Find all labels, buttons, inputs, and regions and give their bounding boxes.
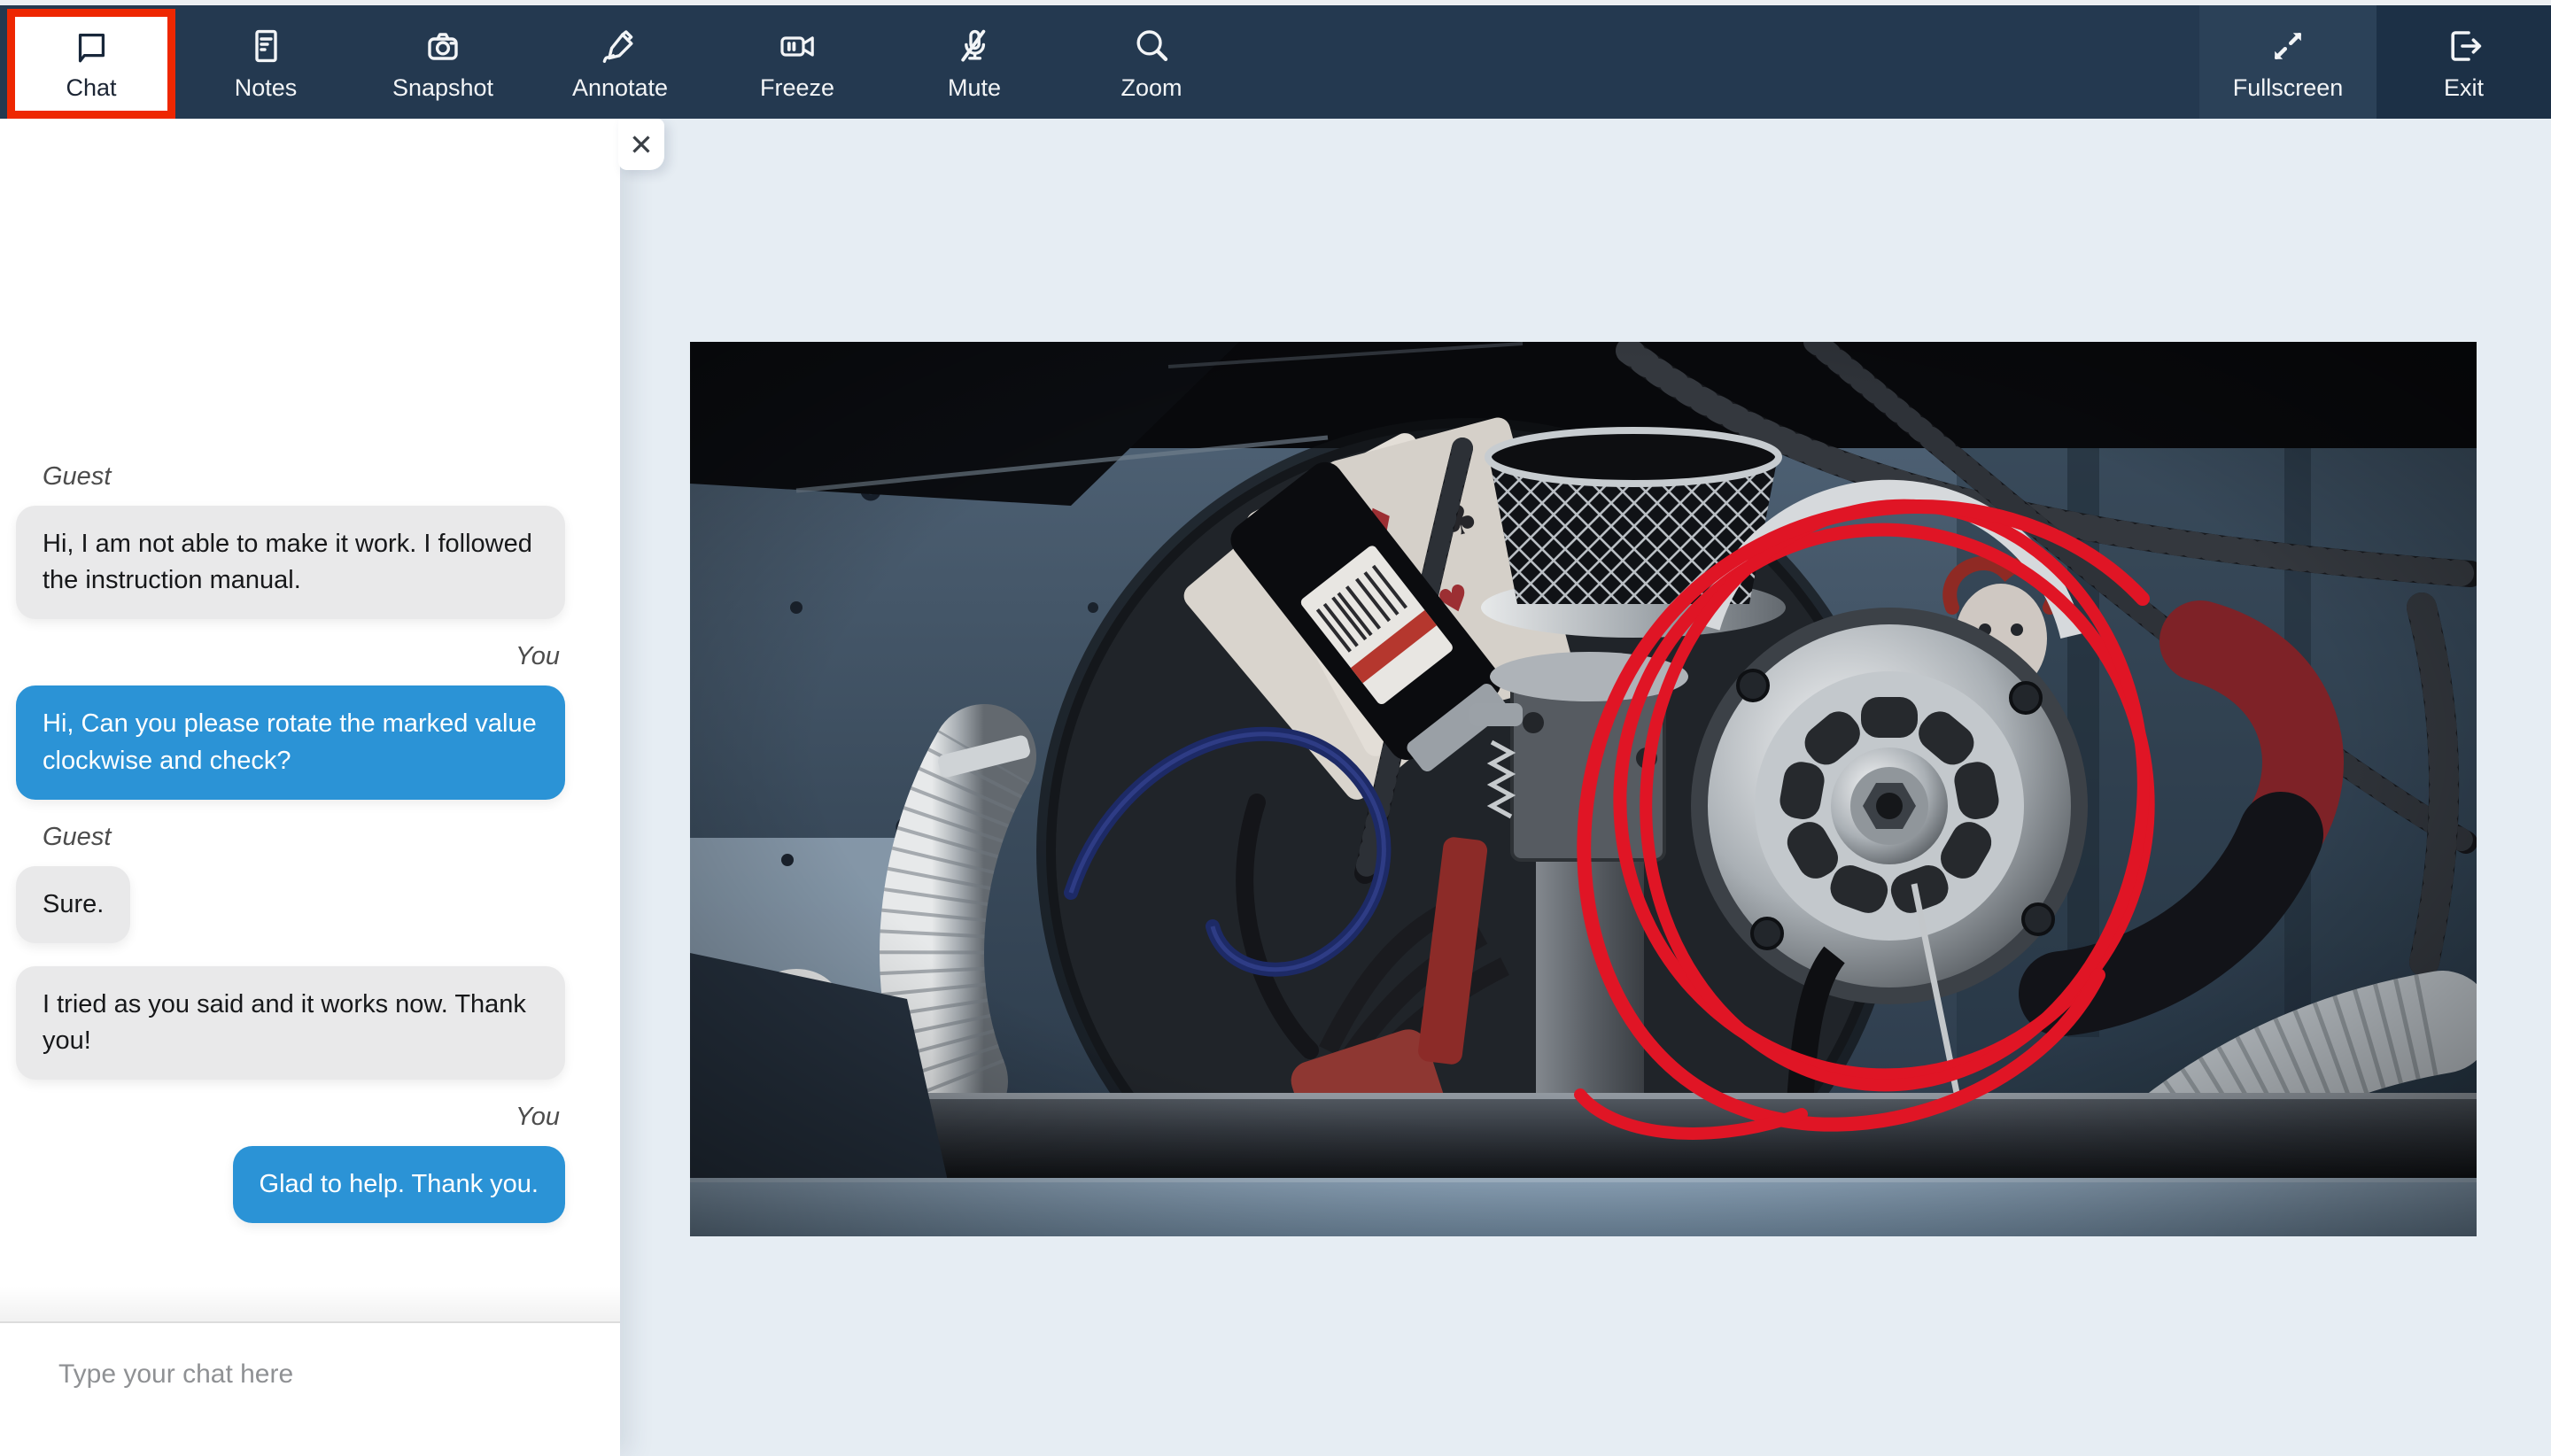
sender-label: You [16,1103,560,1132]
toolbar-button-chat[interactable]: Chat [7,9,175,119]
toolbar: Chat Notes Snapshot Annotat [0,5,2551,119]
toolbar-label-zoom: Zoom [1120,76,1182,100]
chat-bubble-guest: I tried as you said and it works now. Th… [16,966,565,1080]
camera-icon [422,25,464,67]
window-top-strip [0,0,2551,5]
magnifier-icon [1130,25,1173,67]
toolbar-label-mute: Mute [948,76,1001,100]
annotate-pencil-icon [599,25,641,67]
engine-photo[interactable]: ♠ ♦ ♣ ♥ A [690,342,2477,1236]
engine-photo-canvas: ♠ ♦ ♣ ♥ A [690,342,2477,1236]
chat-panel: ✕ Guest Hi, I am not able to make it wor… [0,119,620,1456]
exit-logout-icon [2443,25,2485,67]
chat-bubble-you: Glad to help. Thank you. [233,1146,565,1223]
sender-label: Guest [43,462,585,492]
toolbar-label-chat: Chat [66,76,116,100]
toolbar-label-notes: Notes [235,76,298,100]
close-icon: ✕ [629,128,654,162]
chat-bubble-guest: Hi, I am not able to make it work. I fol… [16,506,565,619]
chat-bubble-guest: Sure. [16,866,130,943]
sender-label: You [16,642,560,671]
toolbar-button-zoom[interactable]: Zoom [1063,5,1240,119]
fullscreen-arrows-icon [2267,25,2309,67]
sender-label: Guest [43,823,585,852]
toolbar-button-snapshot[interactable]: Snapshot [354,5,531,119]
toolbar-label-snapshot: Snapshot [392,76,493,100]
toolbar-button-exit[interactable]: Exit [2377,5,2551,119]
chat-input[interactable] [57,1359,574,1390]
microphone-muted-icon [953,25,996,67]
chat-close-button[interactable]: ✕ [618,119,664,170]
notes-icon [244,25,287,67]
chat-input-area [0,1321,620,1456]
toolbar-label-fullscreen: Fullscreen [2233,76,2344,100]
toolbar-button-fullscreen[interactable]: Fullscreen [2199,5,2377,119]
toolbar-label-exit: Exit [2444,76,2484,100]
toolbar-button-notes[interactable]: Notes [177,5,354,119]
toolbar-label-freeze: Freeze [760,76,834,100]
chat-bubble-you: Hi, Can you please rotate the marked val… [16,685,565,799]
toolbar-button-mute[interactable]: Mute [886,5,1063,119]
chat-bubble-icon [71,27,112,68]
toolbar-label-annotate: Annotate [572,76,668,100]
chat-message-list: Guest Hi, I am not able to make it work.… [0,119,620,1321]
toolbar-button-annotate[interactable]: Annotate [531,5,709,119]
toolbar-button-freeze[interactable]: Freeze [709,5,886,119]
video-pause-icon [776,25,818,67]
